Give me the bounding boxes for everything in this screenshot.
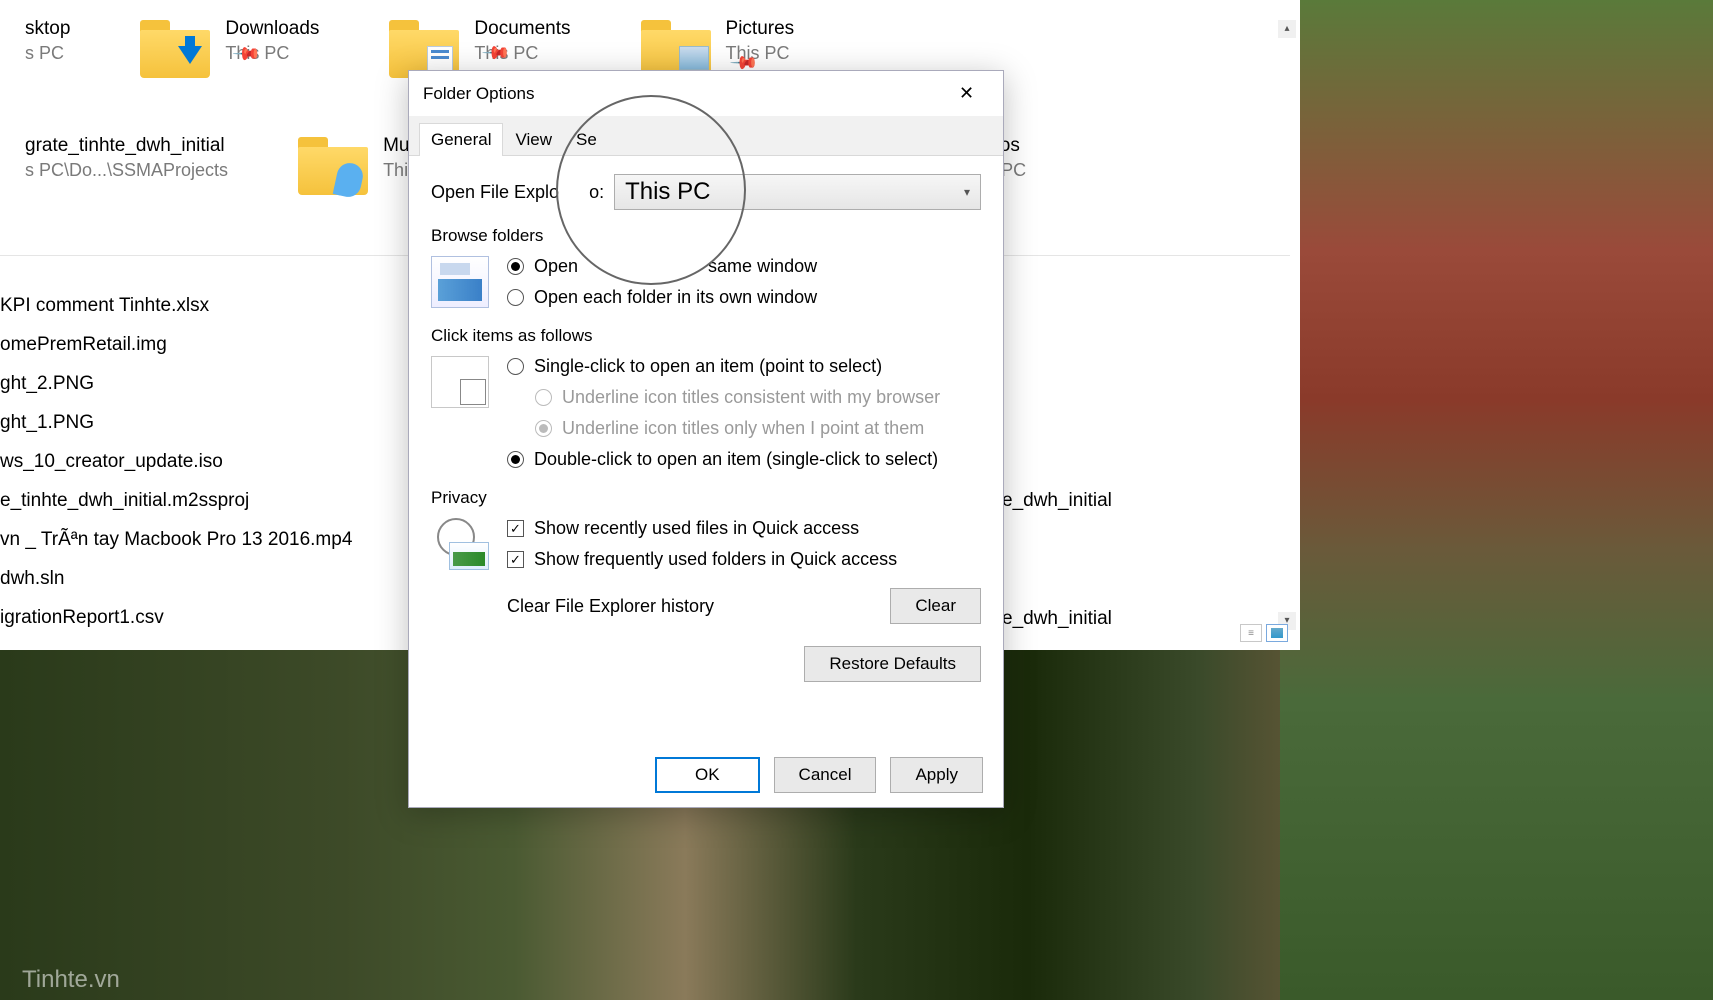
tab-strip: General View Se [409,116,1003,156]
group-label: Browse folders [431,226,981,246]
radio-underline-point: Underline icon titles only when I point … [535,418,981,439]
open-explorer-value: This PC [625,178,710,206]
clear-history-label: Clear File Explorer history [507,596,714,617]
dialog-body: Open File Exploo: This PC ▾ Browse folde… [409,156,1003,700]
radio-underline-browser: Underline icon titles consistent with my… [535,387,981,408]
radio-icon [535,389,552,406]
file-item[interactable]: igrationReport1.csv [0,607,352,629]
restore-defaults-button[interactable]: Restore Defaults [804,646,981,682]
file-item[interactable]: ws_10_creator_update.iso [0,451,352,473]
watermark: Tinhte.vn [22,966,120,994]
background-file[interactable]: e_dwh_initial [1002,490,1112,512]
file-item[interactable]: omePremRetail.img [0,334,352,356]
radio-single-click[interactable]: Single-click to open an item (point to s… [507,356,981,377]
background-file[interactable]: e_dwh_initial [1002,608,1112,630]
radio-icon [535,420,552,437]
folder-options-dialog: Folder Options ✕ General View Se Open Fi… [408,70,1004,808]
tab-search[interactable]: Se [564,123,609,156]
view-icons-button[interactable] [1266,624,1288,642]
radio-icon [507,258,524,275]
checkbox-recent-files[interactable]: ✓ Show recently used files in Quick acce… [507,518,981,539]
file-item[interactable]: e_tinhte_dwh_initial.m2ssproj [0,490,352,512]
group-label: Click items as follows [431,326,981,346]
privacy-group: Privacy ✓ Show recently used files in Qu… [431,488,981,624]
checkbox-icon: ✓ [507,520,524,537]
file-item[interactable]: KPI comment Tinhte.xlsx [0,295,352,317]
tab-general[interactable]: General [419,123,503,156]
folder-icon [140,18,210,78]
view-switcher: ≡ [1240,624,1288,642]
open-explorer-row: Open File Exploo: This PC ▾ [431,174,981,210]
folder-icon [641,18,711,78]
chevron-down-icon: ▾ [964,185,970,199]
radio-own-window[interactable]: Open each folder in its own window [507,287,981,308]
folder-item[interactable]: grate_tinhte_dwh_initial s PC\Do...\SSMA… [0,135,228,195]
folder-location: s PC\Do...\SSMAProjects [25,160,228,181]
dialog-titlebar: Folder Options ✕ [409,71,1003,116]
radio-same-window[interactable]: Opensame window [507,256,981,277]
checkbox-frequent-folders[interactable]: ✓ Show frequently used folders in Quick … [507,549,981,570]
folder-item[interactable]: sktop s PC [0,18,70,90]
file-item[interactable]: ght_1.PNG [0,412,352,434]
browse-folders-group: Browse folders Opensame window Open each… [431,226,981,308]
folder-name: Pictures [726,18,795,40]
open-explorer-label: Open File Exploo: [431,182,604,203]
folder-location: s PC [25,43,70,64]
radio-icon [507,358,524,375]
apply-button[interactable]: Apply [890,757,983,793]
scrollbar[interactable]: ▴ ▾ [1278,20,1296,630]
click-items-icon: ↖ [431,356,489,408]
dialog-buttons: OK Cancel Apply [655,757,983,793]
folder-name: Documents [474,18,570,40]
group-label: Privacy [431,488,981,508]
file-item[interactable]: dwh.sln [0,568,352,590]
file-item[interactable]: vn _ TrÃªn tay Macbook Pro 13 2016.mp4 [0,529,352,551]
folder-name: Downloads [225,18,319,40]
file-item[interactable]: ght_2.PNG [0,373,352,395]
dialog-title: Folder Options [423,84,535,104]
radio-icon [507,451,524,468]
folder-icon [389,18,459,78]
browse-folders-icon [431,256,489,308]
privacy-icon [431,518,489,570]
folder-name: sktop [25,18,70,40]
recent-file-list: KPI comment Tinhte.xlsx omePremRetail.img… [0,295,352,629]
checkbox-icon: ✓ [507,551,524,568]
view-details-button[interactable]: ≡ [1240,624,1262,642]
open-explorer-select[interactable]: This PC ▾ [614,174,981,210]
folder-icon [298,135,368,195]
tab-view[interactable]: View [503,123,564,156]
scroll-up[interactable]: ▴ [1278,20,1296,38]
ok-button[interactable]: OK [655,757,760,793]
radio-icon [507,289,524,306]
click-items-group: Click items as follows ↖ Single-click to… [431,326,981,470]
radio-double-click[interactable]: Double-click to open an item (single-cli… [507,449,981,470]
folder-name: grate_tinhte_dwh_initial [25,135,228,157]
cancel-button[interactable]: Cancel [774,757,877,793]
folder-item[interactable]: Downloads This PC 📌 [140,18,319,90]
clear-button[interactable]: Clear [890,588,981,624]
close-icon[interactable]: ✕ [944,71,989,116]
